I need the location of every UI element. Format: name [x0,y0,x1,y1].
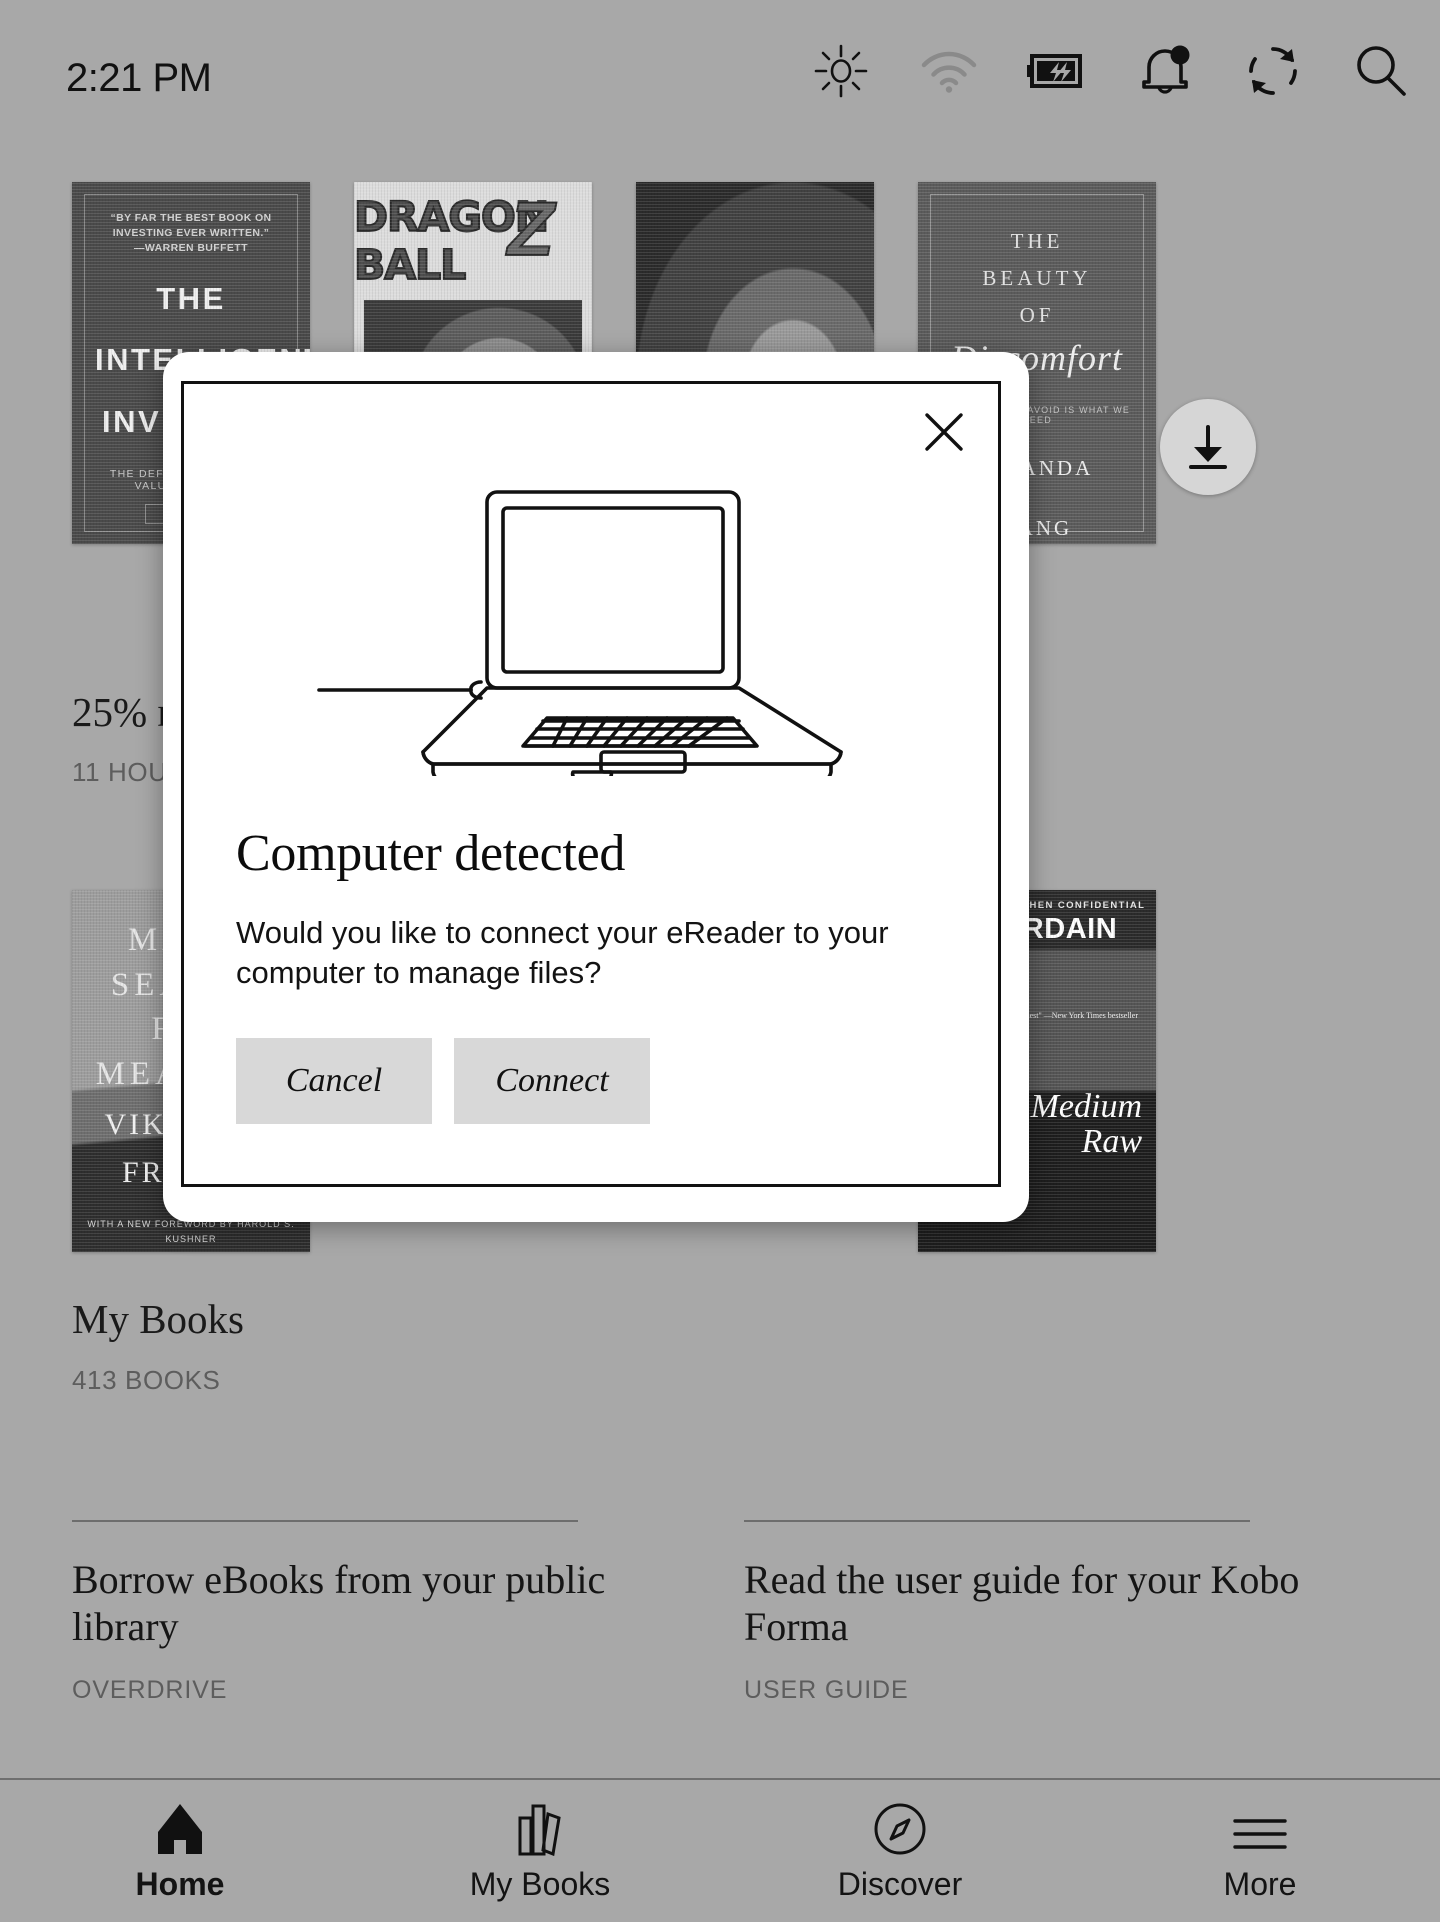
dialog-body-text: Would you like to connect your eReader t… [236,915,889,990]
dialog-title: Computer detected [236,825,626,882]
connect-button[interactable]: Connect [454,1038,650,1125]
dialog-actions: Cancel Connect [236,1038,998,1125]
close-icon[interactable] [916,404,972,460]
laptop-illustration [317,490,843,776]
computer-detected-dialog: Computer detected Would you like to conn… [181,381,1001,1187]
cancel-button[interactable]: Cancel [236,1038,432,1125]
